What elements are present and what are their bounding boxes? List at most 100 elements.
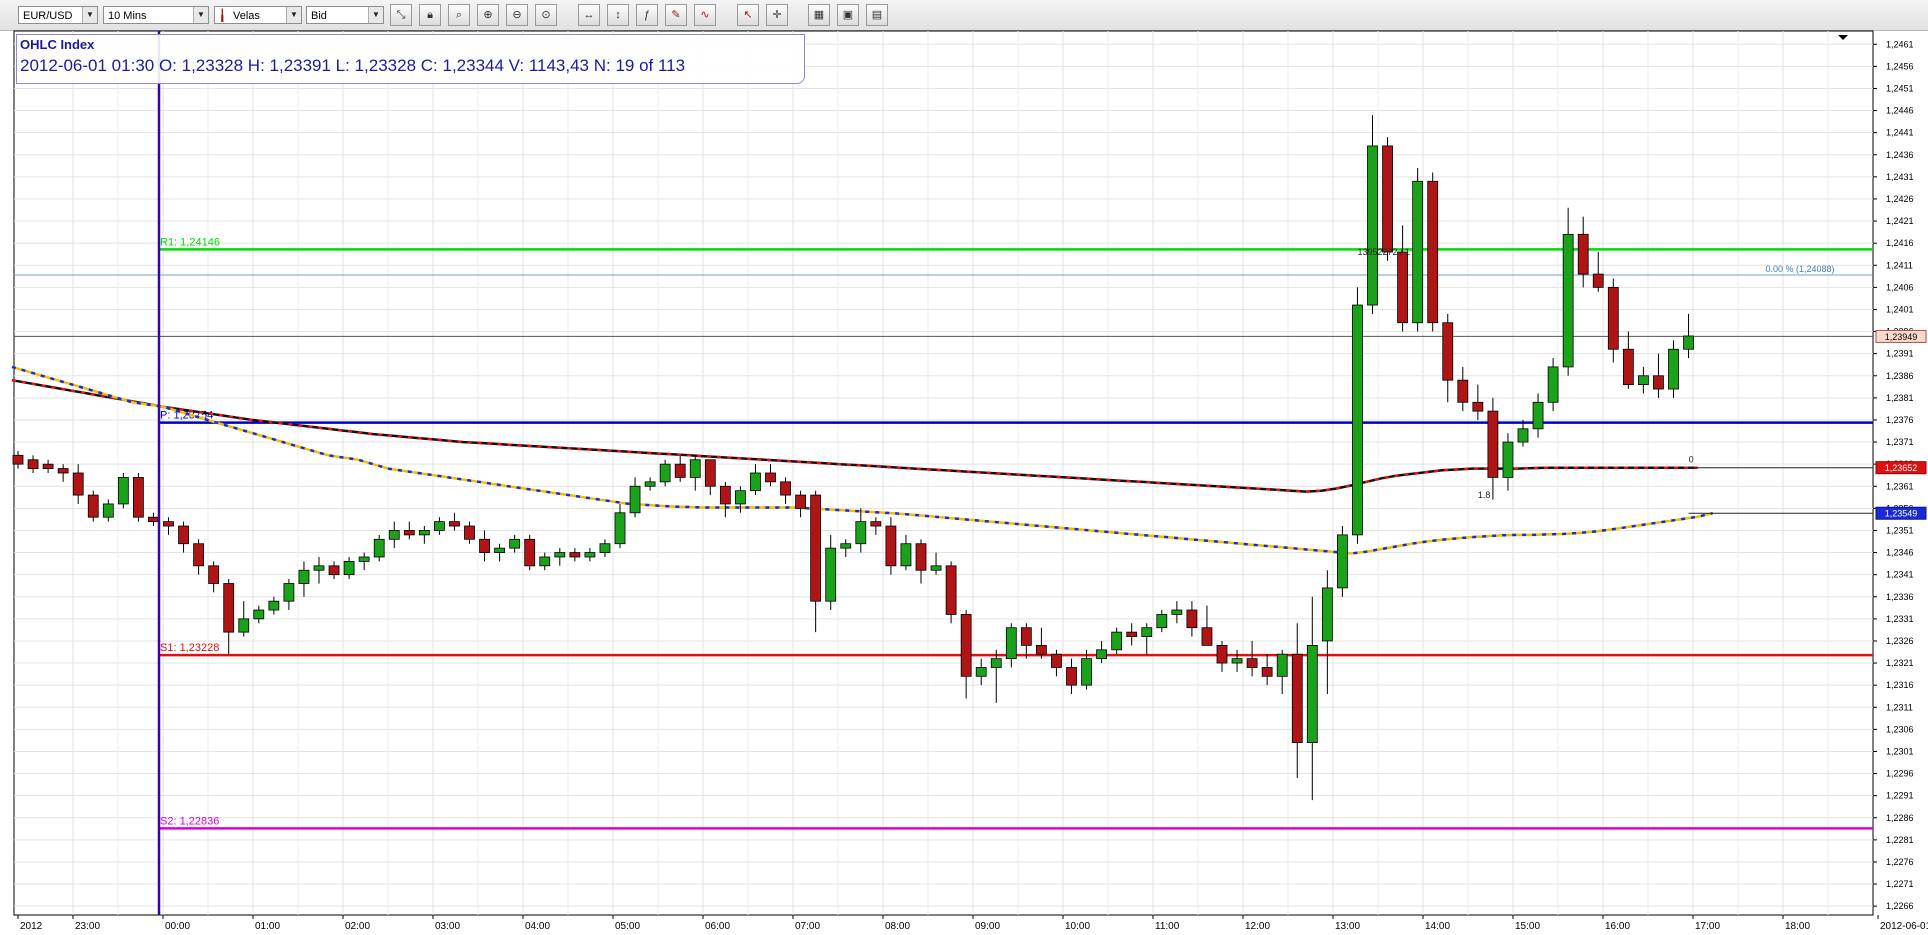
candle-body <box>238 618 250 633</box>
y-tick-label: 1,2301 <box>1886 746 1914 756</box>
candle-body <box>1607 286 1619 350</box>
candle-body <box>102 503 114 518</box>
candle-body <box>494 547 506 553</box>
candle-body <box>1382 145 1393 253</box>
candle-body <box>1216 644 1228 664</box>
candle-body <box>1427 180 1439 324</box>
candle-body <box>132 477 144 518</box>
candle-body <box>960 614 972 677</box>
candle-body <box>1111 631 1123 651</box>
candle-body <box>825 547 837 602</box>
candle-body <box>780 481 791 496</box>
y-tick-label: 1,2296 <box>1886 769 1914 779</box>
price-tag-label: 1,23949 <box>1885 332 1918 342</box>
candle-body <box>1472 401 1484 412</box>
y-tick-label: 1,2416 <box>1886 238 1914 248</box>
candle-body <box>1276 653 1288 677</box>
candle-body <box>855 521 867 545</box>
candle-body <box>1487 410 1499 478</box>
candle-body <box>674 463 686 478</box>
x-tick-label: 08:00 <box>885 921 910 932</box>
y-tick-label: 1,2346 <box>1886 548 1914 558</box>
x-tick-label: 15:00 <box>1515 921 1540 932</box>
candle-body <box>1321 587 1333 642</box>
candle-body <box>1231 658 1243 664</box>
x-tick-label: 00:00 <box>165 921 190 932</box>
candle-body <box>1397 251 1408 324</box>
candle-body <box>418 530 430 536</box>
y-tick-label: 1,2351 <box>1886 525 1914 535</box>
y-tick-label: 1,2411 <box>1886 260 1913 270</box>
candle-body <box>27 459 39 469</box>
candle-body <box>614 512 626 545</box>
chart-annotation: 13952272 / 1 <box>1358 247 1411 257</box>
candle-body <box>343 561 355 576</box>
price-tag-label: 1,23549 <box>1885 509 1918 519</box>
y-tick-label: 1,2361 <box>1886 481 1914 491</box>
candle-body <box>1668 348 1679 390</box>
candle-body <box>1653 375 1664 390</box>
candle-body <box>599 543 611 553</box>
x-tick-label: 23:00 <box>75 921 100 932</box>
y-tick-label: 1,2306 <box>1886 724 1914 734</box>
x-tick-label: 01:00 <box>255 921 280 932</box>
candle-body <box>795 494 806 509</box>
candle-body <box>735 490 746 505</box>
y-tick-label: 1,2401 <box>1886 304 1914 314</box>
candle-body <box>298 569 310 584</box>
ohlc-values: 2012-06-01 01:30 O: 1,23328 H: 1,23391 L… <box>20 56 686 75</box>
candle-body <box>42 463 54 469</box>
candle-body <box>87 494 99 518</box>
candle-body <box>1081 658 1092 686</box>
candle-body <box>569 552 581 558</box>
x-tick-label: 13:00 <box>1335 921 1360 932</box>
y-tick-label: 1,2446 <box>1886 106 1914 116</box>
candle-body <box>1638 375 1649 386</box>
fib-label: 0.00 % (1,24088) <box>1765 264 1834 274</box>
candle-body <box>1577 233 1589 275</box>
candle-body <box>1246 658 1258 668</box>
candle-body <box>524 538 536 567</box>
candle-body <box>1592 273 1604 288</box>
y-tick-label: 1,2326 <box>1886 636 1914 646</box>
candle-body <box>1005 627 1017 660</box>
candle-body <box>1517 428 1529 443</box>
candle-body <box>1171 609 1183 615</box>
y-tick-label: 1,2431 <box>1886 172 1914 182</box>
candle-body <box>659 463 671 483</box>
y-tick-label: 1,2271 <box>1886 879 1914 889</box>
candle-body <box>388 530 400 540</box>
ohlc-info-panel: OHLC Index 2012-06-01 01:30 O: 1,23328 H… <box>16 34 805 84</box>
chart-annotation: 1.8 <box>1478 490 1491 500</box>
candle-body <box>1547 366 1559 403</box>
candle-body <box>1186 609 1198 629</box>
candle-body <box>57 468 69 474</box>
y-tick-label: 1,2391 <box>1886 349 1914 359</box>
x-tick-label: 11:00 <box>1155 921 1180 932</box>
ohlc-title: OHLC Index <box>20 37 95 52</box>
candle-body <box>885 525 897 567</box>
candle-body <box>1562 233 1574 368</box>
candle-body <box>1442 322 1454 381</box>
y-tick-label: 1,2441 <box>1886 128 1914 138</box>
y-tick-label: 1,2266 <box>1886 901 1914 911</box>
y-tick-label: 1,2336 <box>1886 592 1914 602</box>
candle-body <box>163 521 174 527</box>
candle-body <box>148 516 159 523</box>
candle-body <box>268 600 280 611</box>
x-tick-label: 07:00 <box>795 921 820 932</box>
candle-body <box>283 583 295 602</box>
candle-body <box>253 609 265 620</box>
candle-body <box>704 459 716 487</box>
y-tick-label: 1,2331 <box>1886 614 1914 624</box>
y-tick-label: 1,2421 <box>1886 216 1914 226</box>
candle-body <box>719 485 731 505</box>
candlestick-chart[interactable]: 0.00 % (1,24088)R1: 1,24146P: 1,23754S1:… <box>0 0 1928 935</box>
candle-body <box>840 543 852 549</box>
candle-body <box>1096 649 1107 660</box>
y-tick-label: 1,2316 <box>1886 680 1914 690</box>
chart-annotation: 0 <box>1689 455 1694 465</box>
x-tick-label: 06:00 <box>705 921 730 932</box>
candle-body <box>433 521 445 531</box>
y-tick-label: 1,2386 <box>1886 371 1914 381</box>
